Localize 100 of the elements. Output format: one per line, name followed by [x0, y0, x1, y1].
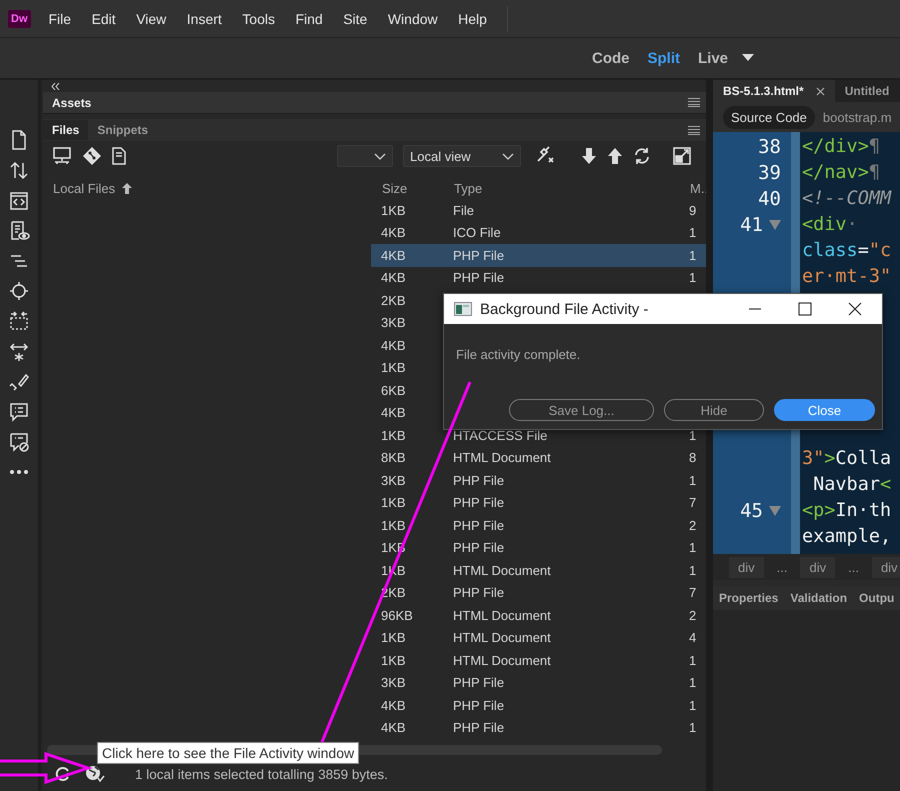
file-row[interactable]: 1KB HTML Document 4 — [371, 626, 706, 649]
file-row[interactable]: 3KB PHP File 1 — [371, 469, 706, 492]
expand-icon[interactable] — [673, 147, 691, 165]
crosshair-icon[interactable] — [8, 280, 30, 302]
arrows-icon[interactable] — [8, 159, 30, 182]
table-cell-text: 7 — [689, 585, 698, 600]
column-header[interactable]: M.. — [690, 180, 706, 196]
window-title: Background File Activity - — [480, 300, 648, 318]
menu-item[interactable]: View — [136, 10, 166, 26]
related-file-tab[interactable]: Source Code — [723, 106, 815, 128]
table-cell-text: PHP File — [453, 248, 506, 263]
code-line: example, — [801, 525, 892, 549]
close-icon[interactable] — [848, 302, 862, 316]
code-icon[interactable] — [8, 190, 30, 212]
file-row[interactable]: 4KB PHP File 1 — [371, 244, 706, 266]
app-logo: Dw — [8, 10, 30, 28]
column-header[interactable]: Size — [382, 180, 454, 196]
column-header[interactable]: Type — [454, 180, 690, 196]
document-icon[interactable] — [112, 147, 126, 165]
menu-icon[interactable] — [688, 98, 700, 107]
breadcrumb[interactable]: ... — [768, 556, 796, 578]
caret-icon[interactable] — [742, 54, 754, 62]
table-cell-text: PHP File — [453, 698, 506, 713]
file-row[interactable]: 4KB PHP File 1 — [371, 266, 706, 289]
table-cell-text: 3KB — [381, 315, 407, 330]
document-tab[interactable]: BS-5.1.3.html* — [713, 80, 835, 102]
column-header[interactable]: Local Files — [53, 180, 116, 196]
view-mode-tab[interactable]: Split — [647, 50, 680, 66]
sort-arrow-icon — [122, 182, 132, 194]
dialog-button[interactable]: Hide — [664, 399, 764, 421]
file-row[interactable]: 96KB HTML Document 2 — [371, 604, 706, 626]
table-cell-text: HTML Document — [453, 450, 552, 466]
menu-item[interactable]: Tools — [242, 10, 275, 26]
comment-block-icon[interactable] — [8, 431, 30, 454]
menu-icon[interactable] — [688, 126, 700, 134]
caret-icon — [374, 152, 386, 160]
view-mode-tab[interactable]: Code — [592, 50, 630, 66]
breadcrumb[interactable]: div — [729, 556, 764, 578]
table-cell-text: HTML Document — [453, 652, 552, 668]
maximize-icon[interactable] — [798, 302, 812, 316]
document-tab[interactable]: Untitled — [834, 80, 900, 102]
file-row[interactable]: 3KB PHP File 1 — [371, 672, 706, 694]
menu-item[interactable]: Find — [295, 10, 323, 26]
breadcrumb[interactable]: div — [872, 556, 900, 578]
close-icon[interactable] — [816, 86, 825, 96]
panel-tab[interactable]: Properties — [713, 591, 784, 605]
globe-icon[interactable] — [85, 765, 105, 783]
table-cell-text: 96KB — [381, 608, 414, 623]
comment-icon[interactable] — [8, 400, 30, 423]
file-row[interactable]: 1KB HTML Document 1 — [371, 649, 706, 672]
fold-icon[interactable] — [769, 506, 781, 516]
file-row[interactable]: 4KB PHP File 1 — [371, 716, 706, 739]
dashed-box-icon[interactable] — [8, 310, 30, 332]
view-dropdown[interactable]: Local view — [403, 145, 521, 167]
upload-icon[interactable] — [607, 147, 623, 165]
code-line: Navbar< — [812, 473, 892, 497]
table-cell-text: 2 — [689, 608, 698, 623]
menu-item[interactable]: Help — [458, 10, 487, 26]
refresh-icon[interactable] — [633, 147, 651, 165]
panel-tab[interactable]: Outpu — [853, 591, 900, 605]
panel-tab[interactable]: Files — [43, 120, 88, 140]
menu-item[interactable]: Edit — [92, 10, 116, 26]
panel-tab[interactable]: Validation — [784, 591, 854, 605]
file-row[interactable]: 4KB ICO File 1 — [371, 222, 706, 244]
menu-item[interactable]: File — [48, 10, 72, 26]
table-cell-text: 1KB — [381, 360, 407, 376]
menu-item[interactable]: Site — [343, 10, 368, 26]
diamond-icon[interactable] — [82, 146, 102, 166]
dialog-button[interactable]: Save Log... — [509, 399, 654, 421]
table-cell-text: ICO File — [453, 225, 502, 240]
line-number: 41 — [740, 214, 763, 236]
table-cell-text: 4KB — [381, 270, 407, 286]
file-row[interactable]: 4KB PHP File 1 — [371, 694, 706, 716]
file-row[interactable]: 1KB PHP File 2 — [371, 514, 706, 536]
code-line: <!--COMM — [801, 187, 892, 211]
monitor-icon[interactable] — [52, 146, 72, 166]
code-line: er·mt-3" — [801, 265, 892, 289]
table-cell-text: 1KB — [381, 630, 407, 646]
collapse-icon[interactable] — [51, 82, 60, 90]
menu-item[interactable]: Window — [388, 10, 438, 26]
code-line: </div>¶ — [801, 135, 880, 159]
table-cell-text: PHP File — [453, 540, 506, 556]
breadcrumb[interactable]: ... — [839, 556, 868, 578]
code-line: class="c — [801, 239, 892, 263]
table-cell-text: HTML Document — [453, 562, 552, 578]
panel-tab[interactable]: Snippets — [88, 120, 158, 140]
panel-title[interactable]: Assets — [52, 96, 92, 110]
file-row[interactable]: 1KB File 9 — [371, 199, 706, 222]
file-row[interactable]: 8KB HTML Document 8 — [371, 446, 706, 469]
file-row[interactable]: 1KB PHP File 7 — [371, 492, 706, 514]
table-cell-text: 1 — [689, 225, 698, 240]
related-file-tab[interactable]: bootstrap.m — [814, 106, 900, 128]
refresh-icon[interactable] — [55, 766, 71, 782]
expand-arrows-icon[interactable] — [8, 340, 30, 362]
table-cell-text: HTML Document — [453, 608, 552, 623]
download-icon[interactable] — [581, 147, 597, 165]
fold-icon[interactable] — [769, 220, 781, 230]
breadcrumb[interactable]: div — [800, 556, 836, 578]
menu-item[interactable]: Insert — [186, 10, 222, 26]
view-mode-tab[interactable]: Live — [698, 50, 728, 66]
